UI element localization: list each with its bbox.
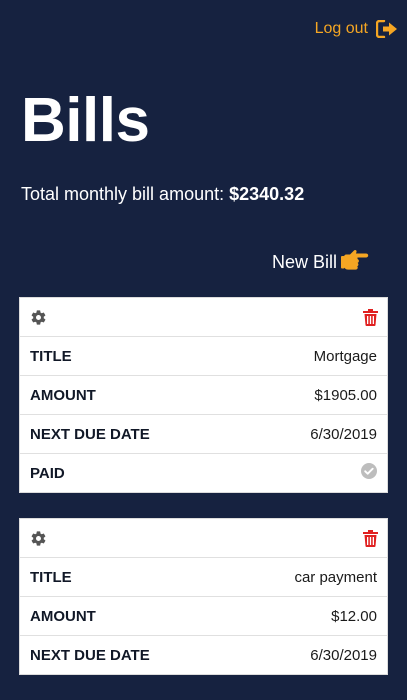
gear-icon[interactable] bbox=[30, 309, 47, 326]
row-value: $12.00 bbox=[331, 607, 377, 625]
row-label: Paid bbox=[30, 464, 65, 482]
row-label: Amount bbox=[30, 386, 96, 404]
hand-pointing-right-icon bbox=[341, 249, 369, 276]
bill-row-amount: Amount $1905.00 bbox=[20, 376, 387, 415]
bill-row-paid: Paid bbox=[20, 454, 387, 492]
gear-icon[interactable] bbox=[30, 530, 47, 547]
bill-row-amount: Amount $12.00 bbox=[20, 597, 387, 636]
bill-card-header bbox=[20, 298, 387, 337]
total-summary: Total monthly bill amount: $2340.32 bbox=[21, 182, 304, 206]
bill-row-next-due-date: Next due date 6/30/2019 bbox=[20, 636, 387, 674]
row-label: Title bbox=[30, 347, 72, 365]
row-value: Mortgage bbox=[313, 347, 377, 365]
bill-list: Title Mortgage Amount $1905.00 Next due … bbox=[19, 297, 388, 700]
total-value: $2340.32 bbox=[229, 184, 305, 204]
bill-card: Title car payment Amount $12.00 Next due… bbox=[19, 518, 388, 675]
bill-row-next-due-date: Next due date 6/30/2019 bbox=[20, 415, 387, 454]
new-bill-label: New Bill bbox=[271, 252, 337, 272]
row-value: 6/30/2019 bbox=[310, 425, 377, 443]
bill-card-header bbox=[20, 519, 387, 558]
new-bill-button[interactable]: New Bill bbox=[272, 249, 369, 276]
row-label: Next due date bbox=[30, 425, 150, 443]
sign-out-icon bbox=[376, 20, 398, 38]
logout-link[interactable]: Log out bbox=[315, 20, 398, 38]
page-title: Bills bbox=[21, 86, 150, 155]
total-label: Total monthly bill amount: bbox=[21, 184, 225, 204]
row-label: Amount bbox=[30, 607, 96, 625]
check-circle-icon[interactable] bbox=[361, 463, 377, 483]
row-label: Next due date bbox=[30, 646, 150, 664]
bill-card: Title Mortgage Amount $1905.00 Next due … bbox=[19, 297, 388, 493]
row-value: $1905.00 bbox=[314, 386, 377, 404]
row-value: car payment bbox=[294, 568, 377, 586]
trash-icon[interactable] bbox=[363, 529, 378, 547]
logout-label: Log out bbox=[314, 20, 368, 37]
row-value: 6/30/2019 bbox=[310, 646, 377, 664]
trash-icon[interactable] bbox=[363, 308, 378, 326]
row-label: Title bbox=[30, 568, 72, 586]
bill-row-title: Title car payment bbox=[20, 558, 387, 597]
bill-row-title: Title Mortgage bbox=[20, 337, 387, 376]
